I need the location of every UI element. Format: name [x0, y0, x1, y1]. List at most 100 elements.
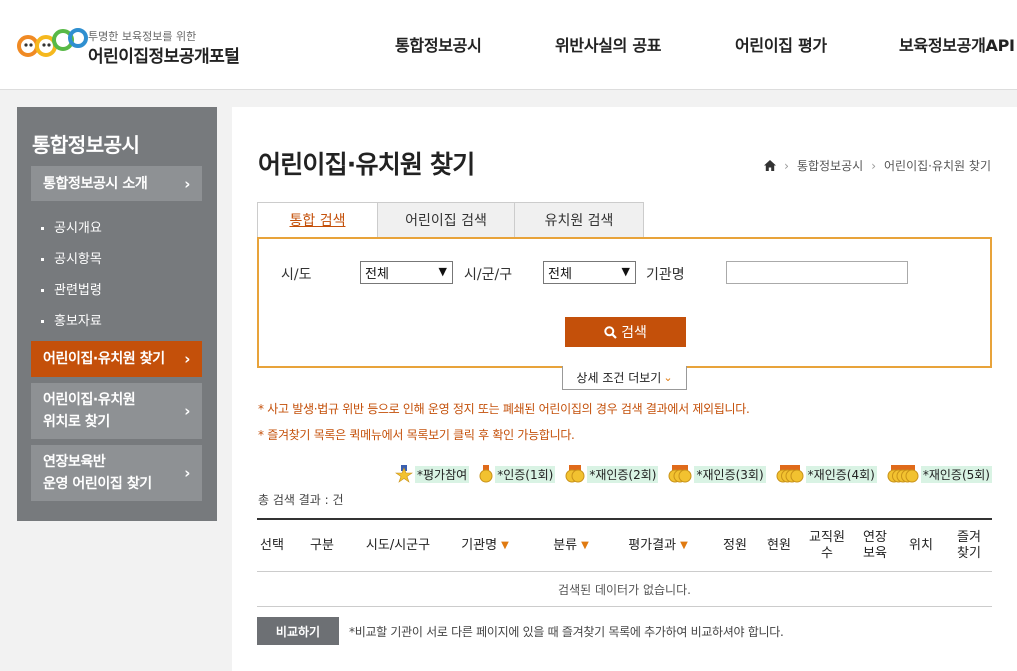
- sidebar-sub-overview[interactable]: 공시개요: [41, 217, 102, 236]
- tab-kindergarten-search[interactable]: 유치원 검색: [514, 202, 644, 238]
- nav-integrated-disclosure[interactable]: 통합정보공시: [395, 32, 482, 56]
- total-results: 총 검색 결과 : 건: [258, 493, 344, 507]
- sidebar-sub-promotion[interactable]: 홍보자료: [41, 310, 102, 329]
- col-eval-result[interactable]: 평가결과 ▼: [617, 520, 699, 572]
- medal-2-icon: [565, 465, 585, 483]
- sidebar-item-label-line1: 연장보육반: [43, 454, 106, 470]
- chevron-down-icon: ⌄: [663, 371, 673, 384]
- institution-name-input[interactable]: [726, 261, 908, 284]
- col-category-label: 분류: [553, 538, 578, 553]
- search-button-label: 검색: [621, 325, 647, 341]
- col-category[interactable]: 분류 ▼: [543, 520, 599, 572]
- logo-title: 어린이집정보공개포털: [88, 47, 240, 67]
- sort-down-icon: ▼: [680, 540, 688, 551]
- legend-item: *재인증(2회): [565, 465, 659, 483]
- nav-violation-disclosure[interactable]: 위반사실의 공표: [555, 32, 662, 56]
- breadcrumb-separator: ›: [784, 158, 789, 173]
- detail-conditions-label: 상세 조건 더보기: [576, 371, 662, 385]
- nav-childcare-api[interactable]: 보육정보공개API: [899, 32, 1015, 56]
- breadcrumb-separator: ›: [871, 158, 876, 173]
- logo[interactable]: 투명한 보육정보를 위한 어린이집정보공개포털: [16, 24, 256, 68]
- compare-button[interactable]: 비교하기: [257, 617, 339, 645]
- tab-integrated-search[interactable]: 통합 검색: [257, 202, 378, 238]
- notice-favorites: * 즐겨찾기 목록은 퀵메뉴에서 목록보기 클릭 후 확인 가능합니다.: [258, 428, 575, 442]
- sidebar-sub-laws[interactable]: 관련법령: [41, 279, 102, 298]
- nav-daycare-evaluation[interactable]: 어린이집 평가: [735, 32, 827, 56]
- chevron-right-icon: ›: [184, 174, 190, 193]
- table-empty-row: 검색된 데이터가 없습니다.: [257, 572, 992, 607]
- sidebar-item-find[interactable]: 어린이집·유치원 찾기 ›: [31, 341, 202, 377]
- sigungu-select-value: 전체: [548, 267, 572, 282]
- sidebar-sub-items[interactable]: 공시항목: [41, 248, 102, 267]
- institution-name-label: 기관명: [646, 267, 685, 283]
- detail-conditions-button[interactable]: 상세 조건 더보기 ⌄: [562, 366, 687, 390]
- page-title: 어린이집·유치원 찾기: [258, 150, 475, 179]
- legend-item: *재인증(4회): [776, 465, 877, 483]
- col-location: 위치: [909, 538, 933, 553]
- search-icon: [604, 325, 617, 339]
- col-staff: 교직원 수: [809, 530, 845, 561]
- star-medal-icon: [395, 465, 413, 483]
- sidebar-item-label-line2: 운영 어린이집 찾기: [43, 476, 152, 492]
- compare-note: *비교할 기관이 서로 다른 페이지에 있을 때 즐겨찾기 목록에 추가하여 비…: [349, 625, 784, 639]
- medal-4-icon: [776, 465, 804, 483]
- breadcrumb-current: 어린이집·유치원 찾기: [884, 159, 991, 173]
- legend-item: *인증(1회): [479, 465, 556, 483]
- legend-label: *재인증(5회): [920, 465, 992, 483]
- medal-1-icon: [479, 465, 493, 483]
- main-content: 어린이집·유치원 찾기 › 통합정보공시 › 어린이집·유치원 찾기 통합 검색…: [232, 107, 1017, 671]
- sidebar-item-label-line2: 위치로 찾기: [43, 414, 110, 430]
- chevron-down-icon: ▼: [438, 265, 447, 278]
- col-institution-name-label: 기관명: [461, 538, 498, 553]
- sidebar-item-intro[interactable]: 통합정보공시 소개 ›: [31, 166, 202, 201]
- chevron-down-icon: ▼: [621, 265, 630, 278]
- breadcrumb: › 통합정보공시 › 어린이집·유치원 찾기: [764, 157, 991, 174]
- col-favorite: 즐겨 찾기: [957, 530, 981, 561]
- col-extended-care: 연장 보육: [863, 530, 887, 561]
- sigungu-label: 시/군/구: [464, 267, 513, 283]
- col-eval-result-label: 평가결과: [628, 538, 677, 553]
- col-current: 현원: [767, 538, 791, 553]
- col-select: 선택: [260, 538, 284, 553]
- legend-label: *재인증(4회): [805, 465, 877, 483]
- notice-excluded: * 사고 발생·법규 위반 등으로 인해 운영 정지 또는 폐쇄된 어린이집의 …: [258, 402, 750, 416]
- chevron-right-icon: ›: [184, 464, 190, 482]
- sidebar: 통합정보공시 통합정보공시 소개 › 공시개요 공시항목 관련법령 홍보자료 어…: [17, 107, 217, 521]
- breadcrumb-item[interactable]: 통합정보공시: [797, 157, 863, 174]
- medal-5-icon: [887, 465, 919, 483]
- search-form: 시/도 전체 ▼ 시/군/구 전체 ▼ 기관명 검색: [257, 237, 992, 368]
- sidebar-item-label-line1: 어린이집·유치원: [43, 392, 136, 408]
- chevron-right-icon: ›: [184, 402, 190, 420]
- sidebar-item-label: 통합정보공시 소개: [43, 175, 148, 192]
- col-region: 시도/시군구: [365, 538, 431, 553]
- legend-label: *인증(1회): [495, 465, 556, 483]
- col-type: 구분: [310, 538, 334, 553]
- certification-legend: *평가참여 *인증(1회) *재인증(2회) *재인증(3회) *재인증(4회)…: [395, 465, 992, 483]
- sido-select-value: 전체: [365, 267, 389, 282]
- sidebar-item-extended-care[interactable]: 연장보육반 운영 어린이집 찾기 ›: [31, 445, 202, 501]
- sort-down-icon: ▼: [501, 540, 509, 551]
- search-button[interactable]: 검색: [565, 317, 686, 347]
- legend-item: *재인증(5회): [887, 465, 992, 483]
- legend-item: *재인증(3회): [668, 465, 766, 483]
- col-institution-name[interactable]: 기관명 ▼: [453, 520, 517, 572]
- home-icon[interactable]: [764, 160, 777, 171]
- sigungu-select[interactable]: 전체 ▼: [543, 261, 636, 284]
- sidebar-item-location[interactable]: 어린이집·유치원 위치로 찾기 ›: [31, 383, 202, 439]
- header: 투명한 보육정보를 위한 어린이집정보공개포털 통합정보공시 위반사실의 공표 …: [0, 0, 1017, 90]
- legend-label: *재인증(2회): [587, 465, 659, 483]
- sido-label: 시/도: [281, 267, 312, 283]
- col-capacity: 정원: [723, 538, 747, 553]
- legend-label: *평가참여: [415, 465, 470, 483]
- medal-3-icon: [668, 465, 692, 483]
- logo-icon: [17, 28, 88, 57]
- sido-select[interactable]: 전체 ▼: [360, 261, 453, 284]
- results-table-header: 선택 구분 시도/시군구 기관명 ▼ 분류 ▼ 평가결과 ▼ 정원 현원 교직원 수 …: [257, 518, 992, 572]
- legend-item: *평가참여: [395, 465, 470, 483]
- tab-daycare-search[interactable]: 어린이집 검색: [377, 202, 515, 238]
- sidebar-item-label: 어린이집·유치원 찾기: [43, 351, 165, 367]
- chevron-right-icon: ›: [184, 350, 190, 368]
- sort-down-icon: ▼: [581, 540, 589, 551]
- search-tabs: 통합 검색 어린이집 검색 유치원 검색: [257, 202, 644, 238]
- sidebar-title: 통합정보공시: [32, 133, 140, 157]
